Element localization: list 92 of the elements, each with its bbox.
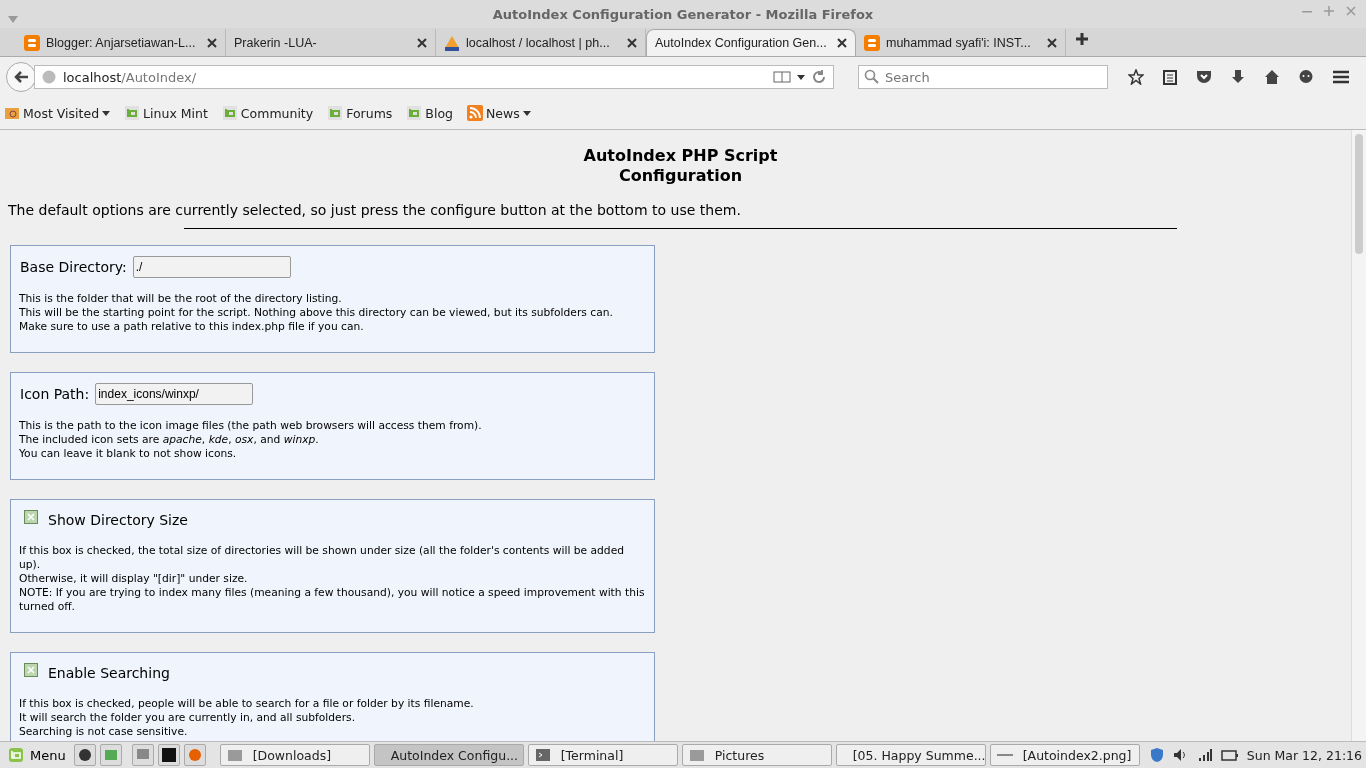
reload-icon[interactable] bbox=[811, 69, 827, 85]
browser-tab[interactable]: Blogger: Anjarsetiawan-L... bbox=[16, 29, 226, 56]
reading-list-icon[interactable] bbox=[1162, 69, 1178, 85]
tab-title: AutoIndex Configuration Gen... bbox=[655, 36, 828, 50]
field-label: Base Directory: bbox=[20, 259, 127, 275]
folder-icon bbox=[226, 747, 243, 763]
url-host: localhost bbox=[63, 69, 122, 85]
description-text: This is the folder that will be the root of the directory listing. bbox=[19, 292, 343, 306]
close-icon[interactable] bbox=[417, 37, 427, 48]
description-text: You can leave it blank to not show icons. bbox=[19, 447, 238, 461]
blogger-icon bbox=[864, 34, 880, 51]
launcher-icon[interactable] bbox=[157, 744, 180, 766]
browser-tab[interactable]: localhost / localhost | ph... bbox=[436, 29, 646, 56]
description-text: Make sure to use a path relative to this index.php file if you can. bbox=[19, 320, 365, 334]
bookmark[interactable]: News bbox=[467, 105, 531, 121]
taskbar-window-button[interactable]: [05. Happy Summe... bbox=[835, 744, 986, 766]
close-icon[interactable] bbox=[837, 38, 847, 48]
mint-icon bbox=[8, 747, 24, 763]
description-text: NOTE: If you are trying to index many files (meaning a few thousand), you will notice a speed improvement with this turned off. bbox=[19, 586, 646, 614]
tab-title: muhammad syafi'i: INST... bbox=[886, 35, 1032, 50]
bookmark[interactable]: Community bbox=[221, 105, 314, 121]
page-heading: Configuration bbox=[618, 166, 743, 186]
browser-tab[interactable]: Prakerin -LUA- bbox=[226, 29, 436, 56]
taskbar-window-button[interactable]: Pictures bbox=[681, 744, 832, 766]
text-field[interactable]: index_icons/winxp/ bbox=[95, 383, 254, 405]
bookmark[interactable]: Blog bbox=[406, 105, 453, 121]
close-icon[interactable] bbox=[1047, 37, 1057, 48]
pocket-icon[interactable] bbox=[1196, 69, 1212, 85]
checkbox-label: Show Directory Size bbox=[48, 512, 188, 528]
tab-title: Blogger: Anjarsetiawan-L... bbox=[46, 35, 197, 50]
back-button[interactable] bbox=[6, 62, 36, 92]
star-icon[interactable] bbox=[1128, 69, 1144, 85]
description-text: If this box is checked, the total size of directories will be shown under size (all the folder's contents will be added up). bbox=[19, 544, 625, 572]
globe-icon bbox=[41, 69, 57, 85]
clock: Sun Mar 12, 21:16 bbox=[1246, 747, 1362, 763]
browser-tab[interactable]: AutoIndex Configuration Gen... bbox=[646, 29, 856, 56]
home-icon[interactable] bbox=[1264, 69, 1280, 85]
mint-icon bbox=[124, 105, 141, 121]
intro-text: The default options are currently selected, so just press the configure button at the bottom to use them. bbox=[8, 202, 742, 218]
tab-title: localhost / localhost | ph... bbox=[466, 35, 611, 50]
mint-icon bbox=[406, 105, 423, 121]
battery-icon[interactable] bbox=[1220, 747, 1239, 763]
checkbox[interactable] bbox=[24, 663, 38, 677]
field-label: Icon Path: bbox=[20, 386, 90, 402]
folder-icon bbox=[4, 105, 20, 121]
chat-icon[interactable] bbox=[1298, 69, 1314, 85]
window-title: AutoIndex Configuration Generator - Mozilla Firefox bbox=[492, 6, 874, 22]
menu-icon[interactable] bbox=[1332, 69, 1350, 85]
text-field[interactable]: ./ bbox=[132, 256, 291, 278]
search-field[interactable]: Search bbox=[858, 65, 1108, 89]
window-icon bbox=[996, 753, 1013, 757]
taskbar-window-button[interactable]: [Downloads] bbox=[219, 744, 370, 766]
signal-icon[interactable] bbox=[1196, 747, 1213, 763]
mint-icon bbox=[221, 105, 238, 121]
description-text: If this box is checked, people will be able to search for a file or folder by its filename. bbox=[19, 697, 475, 711]
taskbar-window-button[interactable]: [Autoindex2.png] bbox=[989, 744, 1140, 766]
close-icon[interactable] bbox=[207, 37, 217, 48]
description-text: The included icon sets are apache, kde, osx, and winxp. bbox=[19, 433, 320, 447]
folder-icon bbox=[688, 747, 705, 763]
blogger-icon bbox=[24, 34, 40, 51]
pma-icon bbox=[444, 34, 460, 51]
mint-icon bbox=[327, 105, 344, 121]
page-heading: AutoIndex PHP Script bbox=[582, 146, 779, 166]
browser-tab[interactable]: muhammad syafi'i: INST... bbox=[856, 29, 1066, 56]
new-tab-icon[interactable] bbox=[1076, 33, 1088, 45]
bookmark[interactable]: Linux Mint bbox=[124, 105, 208, 121]
description-text: This is the path to the icon image files (the path web browsers will access them from). bbox=[19, 419, 483, 433]
start-menu-button[interactable]: Menu bbox=[4, 747, 70, 763]
back-arrow-icon bbox=[13, 70, 29, 84]
description-text: Otherwise, it will display "[dir]" under size. bbox=[19, 572, 249, 586]
tab-title: Prakerin -LUA- bbox=[234, 35, 318, 50]
description-text: This will be the starting point for the script. Nothing above this directory can be viewed, but its subfolders can. bbox=[19, 306, 614, 320]
checkbox-label: Enable Searching bbox=[48, 665, 170, 681]
caret-icon bbox=[797, 74, 805, 80]
rss-icon bbox=[467, 105, 483, 121]
terminal-icon bbox=[534, 747, 551, 763]
url-path: /AutoIndex/ bbox=[121, 69, 198, 85]
reader-view-icon[interactable] bbox=[773, 70, 791, 84]
address-bar[interactable]: localhost/AutoIndex/ bbox=[34, 65, 834, 89]
download-icon[interactable] bbox=[1230, 69, 1246, 85]
checkbox[interactable] bbox=[24, 510, 38, 524]
close-icon[interactable] bbox=[627, 37, 637, 48]
taskbar-window-button[interactable]: [Terminal] bbox=[527, 744, 678, 766]
description-text: It will search the folder you are currently in, and all subfolders. bbox=[19, 711, 357, 725]
launcher-icon[interactable] bbox=[73, 744, 96, 766]
description-text: Searching is not case sensitive. bbox=[19, 725, 189, 739]
taskbar-window-button[interactable]: AutoIndex Configu... bbox=[373, 744, 524, 766]
bookmark[interactable]: Forums bbox=[327, 105, 393, 121]
search-icon bbox=[864, 69, 880, 85]
bookmark[interactable]: Most Visited bbox=[4, 105, 111, 121]
scrollbar-thumb[interactable] bbox=[1355, 134, 1363, 254]
shield-icon[interactable] bbox=[1148, 747, 1165, 763]
